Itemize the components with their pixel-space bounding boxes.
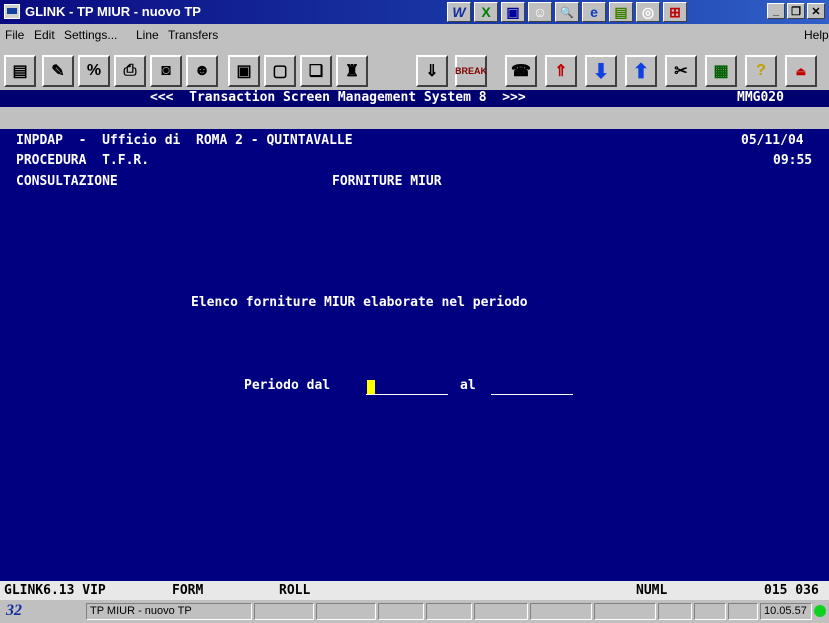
status-cell: [474, 603, 528, 620]
period-from-field[interactable]: [366, 379, 448, 395]
screen-title: FORNITURE MIUR: [332, 174, 442, 189]
window-controls: _ ❐ ✕: [767, 3, 825, 19]
banner-code: MMG020: [737, 90, 784, 105]
copy-icon[interactable]: ❏: [300, 55, 332, 87]
status-cell: [530, 603, 592, 620]
search-icon[interactable]: 🔍: [555, 2, 579, 22]
exit-icon[interactable]: ⏏: [785, 55, 817, 87]
office-icon[interactable]: ⊞: [663, 2, 687, 22]
procedure-line: PROCEDURA T.F.R.: [16, 153, 150, 168]
glink-logo: 32: [6, 602, 22, 619]
status-cell: [254, 603, 314, 620]
arrow-up-icon[interactable]: ⬆: [625, 55, 657, 87]
period-to-label: al: [460, 378, 476, 393]
menu-bar: File Edit Settings... Line Transfers Hel…: [0, 25, 829, 46]
roll-indicator: ROLL: [279, 583, 311, 598]
terminal-status-line: GLINK6.13 VIP FORM ROLL NUML 015 036: [0, 581, 829, 600]
menu-settings[interactable]: Settings...: [64, 28, 117, 42]
status-cell: [316, 603, 376, 620]
menu-edit[interactable]: Edit: [34, 28, 55, 42]
percent-icon[interactable]: %: [78, 55, 110, 87]
menu-transfers[interactable]: Transfers: [168, 28, 218, 42]
arrow-down-icon[interactable]: ⬇: [585, 55, 617, 87]
excel-icon[interactable]: X: [474, 2, 498, 22]
screen-icon[interactable]: ▣: [228, 55, 260, 87]
banner: <<< Transaction Screen Management System…: [0, 90, 829, 107]
minimize-icon[interactable]: _: [767, 3, 785, 19]
book-icon[interactable]: ♜: [336, 55, 368, 87]
title-icons: W X ▣ ☺ 🔍 e ▤ ◎ ⊞: [447, 2, 687, 22]
terminal-screen: INPDAP - Ufficio di ROMA 2 - QUINTAVALLE…: [0, 129, 829, 581]
pen-icon[interactable]: ✎: [42, 55, 74, 87]
divider: [0, 107, 829, 129]
menu-file[interactable]: File: [5, 28, 24, 42]
title-bar: GLINK - TP MIUR - nuovo TP W X ▣ ☺ 🔍 e ▤…: [0, 0, 829, 24]
status-cell: [658, 603, 692, 620]
screen-heading: Elenco forniture MIUR elaborate nel peri…: [191, 295, 528, 310]
close-icon[interactable]: ✕: [807, 3, 825, 19]
status-cell: [426, 603, 472, 620]
date: 05/11/04: [741, 133, 804, 148]
toolbar: ▤ ✎ % ⎙ ◙ ☻ ▣ ▢ ❏ ♜ ⇓ BREAK ☎ ⇑ ⬇ ⬆ ✂ ▦ …: [0, 53, 829, 89]
phone-icon[interactable]: ☎: [505, 55, 537, 87]
status-cell: [694, 603, 726, 620]
time: 09:55: [773, 153, 813, 168]
printer-icon[interactable]: ⎙: [114, 55, 146, 87]
terminal-icon[interactable]: ▤: [4, 55, 36, 87]
window-title: GLINK - TP MIUR - nuovo TP: [25, 4, 201, 19]
banner-title: <<< Transaction Screen Management System…: [150, 90, 526, 105]
version-label: GLINK6.13 VIP: [4, 583, 106, 598]
text-cursor: [367, 380, 375, 394]
camera-icon[interactable]: ◙: [150, 55, 182, 87]
app-icon[interactable]: [4, 4, 20, 19]
help-icon[interactable]: ?: [745, 55, 777, 87]
period-to-field[interactable]: [491, 379, 573, 395]
disc-icon[interactable]: ◎: [636, 2, 660, 22]
spy-icon[interactable]: ☻: [186, 55, 218, 87]
menu-line[interactable]: Line: [136, 28, 159, 42]
download-icon[interactable]: ⇓: [416, 55, 448, 87]
status-cell: [594, 603, 656, 620]
tools-icon[interactable]: ✂: [665, 55, 697, 87]
session-name: TP MIUR - nuovo TP: [86, 603, 252, 620]
cursor-position: 015 036: [764, 583, 819, 598]
break-button[interactable]: BREAK: [455, 55, 487, 87]
numl-indicator: NUML: [636, 583, 668, 598]
connection-status-icon: [814, 605, 826, 617]
clock: 10.05.57: [760, 603, 812, 620]
upload-icon[interactable]: ⇑: [545, 55, 577, 87]
status-cell: [378, 603, 424, 620]
status-bar: 32 TP MIUR - nuovo TP 10.05.57: [0, 600, 829, 623]
smiley-icon[interactable]: ☺: [528, 2, 552, 22]
mode-label: CONSULTAZIONE: [16, 174, 118, 189]
restore-icon[interactable]: ❐: [787, 3, 805, 19]
word-icon[interactable]: W: [447, 2, 471, 22]
keyboard-icon[interactable]: ▦: [705, 55, 737, 87]
form-indicator: FORM: [172, 583, 204, 598]
browser-icon[interactable]: e: [582, 2, 606, 22]
office-line: INPDAP - Ufficio di ROMA 2 - QUINTAVALLE: [16, 133, 353, 148]
menu-help[interactable]: Help: [804, 28, 829, 42]
app-launch-icon[interactable]: ▤: [609, 2, 633, 22]
period-from-label: Periodo dal: [244, 378, 331, 393]
status-cell: [728, 603, 758, 620]
page-icon[interactable]: ▢: [264, 55, 296, 87]
window-icon[interactable]: ▣: [501, 2, 525, 22]
